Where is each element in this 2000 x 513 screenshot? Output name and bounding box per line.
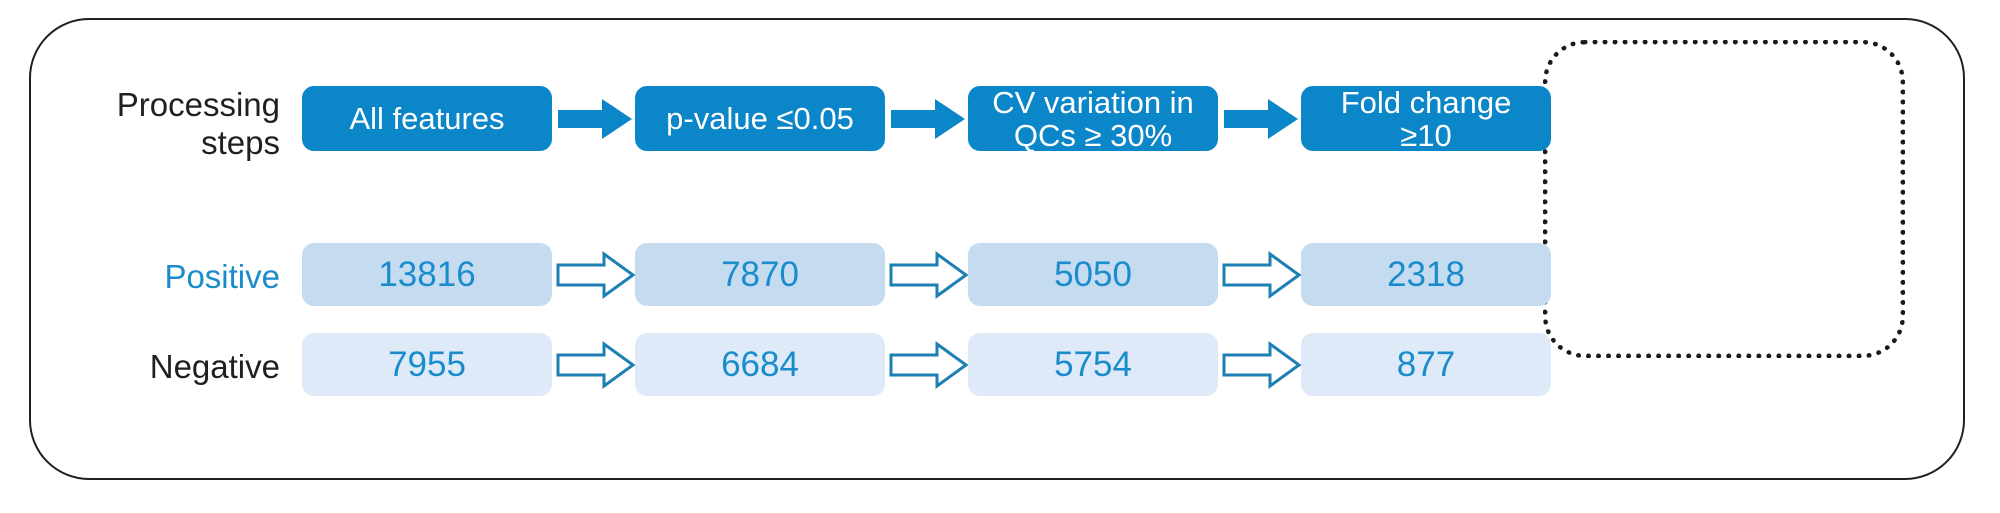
cell-negative-all-features: 7955 (302, 333, 552, 396)
cell-negative-fold-change: 877 (1301, 333, 1551, 396)
right-arrow-solid-icon (891, 99, 965, 139)
flow-grid: Processing steps Positive Negative All f… (0, 0, 2000, 513)
flow-diagram-figure: Processing steps Positive Negative All f… (0, 0, 2000, 513)
step-box-all-features: All features (302, 86, 552, 151)
cell-positive-cv-variation: 5050 (968, 243, 1218, 306)
cell-negative-p-value: 6684 (635, 333, 885, 396)
row-label-processing-steps: Processing steps (116, 86, 280, 161)
step-box-cv-variation: CV variation in QCs ≥ 30% (968, 86, 1218, 152)
right-arrow-outline-icon (889, 341, 969, 389)
row-label-negative: Negative (149, 348, 280, 385)
cell-positive-p-value: 7870 (635, 243, 885, 306)
right-arrow-outline-icon (889, 251, 969, 299)
step-box-fold-change: Fold change ≥10 (1301, 86, 1551, 152)
row-label-positive: Positive (164, 258, 280, 295)
right-arrow-solid-icon (558, 99, 632, 139)
right-arrow-outline-icon (556, 341, 636, 389)
cell-negative-cv-variation: 5754 (968, 333, 1218, 396)
right-arrow-outline-icon (1222, 251, 1302, 299)
cell-positive-all-features: 13816 (302, 243, 552, 306)
right-arrow-outline-icon (1222, 341, 1302, 389)
cell-positive-fold-change: 2318 (1301, 243, 1551, 306)
right-arrow-outline-icon (556, 251, 636, 299)
right-arrow-solid-icon (1224, 99, 1298, 139)
step-box-p-value: p-value ≤0.05 (635, 86, 885, 151)
